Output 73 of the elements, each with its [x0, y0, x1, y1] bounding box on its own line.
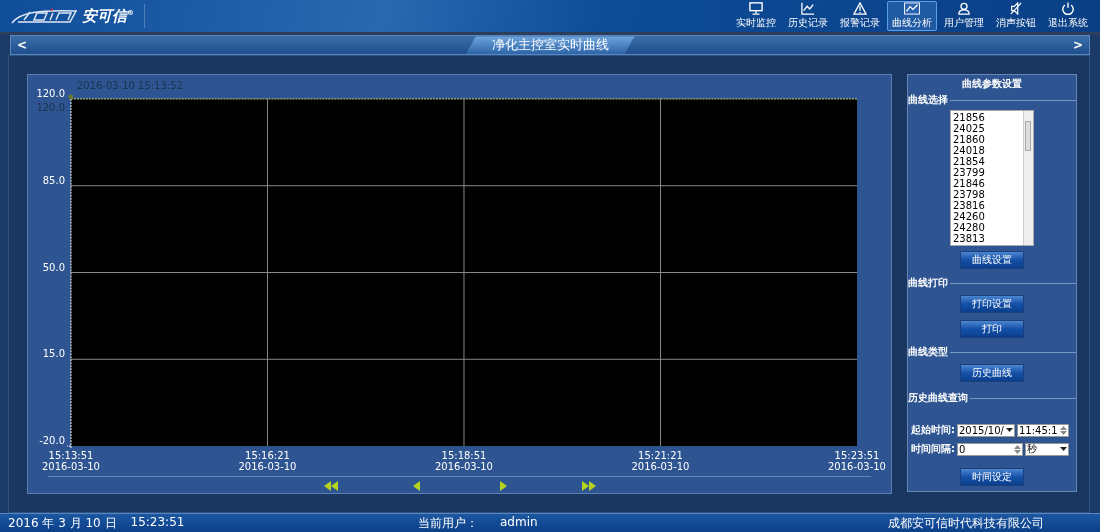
- rewind-arrow-icon: [323, 481, 338, 492]
- cursor-time: 2016-03-10 15:13:52: [76, 80, 183, 92]
- warning-icon: [852, 2, 868, 16]
- list-item[interactable]: 24260: [953, 211, 1021, 223]
- list-item[interactable]: 21856: [953, 112, 1021, 124]
- user-label: 当前用户：: [418, 514, 478, 532]
- monitor-icon: [748, 2, 764, 16]
- list-item[interactable]: 24025: [953, 123, 1021, 135]
- nav-button[interactable]: 用户管理: [939, 1, 989, 32]
- nav-button[interactable]: 报警记录: [835, 1, 885, 32]
- company-name: 成都安可信时代科技有限公司: [888, 514, 1045, 532]
- y-axis-label: 50.0: [42, 261, 65, 273]
- y-axis-label: 120.0: [36, 88, 65, 100]
- next-button[interactable]: >: [1066, 37, 1089, 54]
- list-item[interactable]: 23816: [953, 200, 1021, 212]
- brand-name: 安可信$^{®}$: [82, 6, 134, 26]
- status-date: 2016 年 3 月 10 日: [8, 514, 117, 532]
- time-field[interactable]: 11:45:1: [1017, 423, 1069, 437]
- dropdown-arrow-icon: [1060, 446, 1067, 452]
- section-heading: 历史曲线查询: [908, 391, 1076, 406]
- nav-button[interactable]: 曲线分析: [887, 1, 937, 32]
- chart-icon: [903, 2, 921, 16]
- unit-dropdown[interactable]: 秒: [1025, 442, 1069, 456]
- y-axis-label: 85.0: [42, 175, 65, 187]
- spinner-icon: [1014, 444, 1021, 454]
- fast-forward-arrow-icon: [581, 481, 596, 492]
- nav-button[interactable]: 退出系统: [1043, 1, 1093, 32]
- panel-title: 曲线参数设置: [961, 77, 1023, 92]
- y-axis-label: 15.0: [42, 348, 65, 360]
- power-icon: [1060, 2, 1076, 16]
- y-axis-label: -20.0: [39, 435, 65, 447]
- status-time: 15:23:51: [130, 514, 185, 531]
- curve-list[interactable]: 21856 24025 21860 24018 21854 23799 21846 23798 23816 24260 24280 23813: [950, 110, 1034, 247]
- curve-settings-button[interactable]: 曲线设置: [960, 251, 1024, 270]
- x-axis-label: 15:16:21 2016-03-10: [238, 450, 297, 473]
- field-label: 起始时间:: [911, 423, 955, 438]
- spinner-icon: [1060, 425, 1067, 435]
- nav-button[interactable]: 实时监控: [731, 1, 781, 32]
- x-axis-label: 15:21:21 2016-03-10: [631, 450, 690, 473]
- previous-button[interactable]: <: [11, 37, 34, 54]
- print-button[interactable]: 打印设置: [960, 295, 1024, 314]
- set-time-button[interactable]: 时间设定: [960, 468, 1024, 487]
- x-axis-label: 15:18:51 2016-03-10: [435, 450, 493, 473]
- list-item[interactable]: 21860: [953, 134, 1021, 146]
- list-item[interactable]: 21846: [953, 178, 1021, 190]
- dropdown-arrow-icon: [1006, 427, 1013, 433]
- line-chart-icon: [800, 2, 816, 16]
- x-axis-label: 15:23:51 2016-03-10: [828, 450, 886, 473]
- section-heading: 曲线选择: [908, 93, 1076, 108]
- list-item[interactable]: 24280: [953, 222, 1021, 234]
- list-item[interactable]: 23813: [953, 233, 1021, 245]
- history-curve-button[interactable]: 历史曲线: [960, 364, 1024, 383]
- list-item[interactable]: 21854: [953, 156, 1021, 168]
- nav-button[interactable]: 历史记录: [783, 1, 833, 32]
- interval-field[interactable]: 0: [957, 442, 1023, 456]
- date-field[interactable]: 2015/10/: [957, 423, 1015, 437]
- print-button[interactable]: 打印: [960, 320, 1024, 339]
- cursor-marker: [68, 94, 74, 100]
- user-icon: [956, 2, 972, 16]
- list-item[interactable]: 23799: [953, 167, 1021, 179]
- mute-icon: [1008, 2, 1024, 16]
- x-axis-label: 15:13:51 2016-03-10: [42, 450, 100, 473]
- scrollbar[interactable]: [1023, 111, 1033, 246]
- list-item[interactable]: 24018: [953, 145, 1021, 157]
- list-item[interactable]: 23798: [953, 189, 1021, 201]
- user-name: admin: [500, 514, 538, 531]
- section-heading: 曲线类型: [908, 345, 1076, 360]
- nav-button[interactable]: 消声按钮: [991, 1, 1041, 32]
- cursor-value: 120.0: [36, 102, 65, 114]
- page-title: 净化主控室实时曲线: [465, 36, 635, 55]
- section-heading: 曲线打印: [908, 276, 1076, 291]
- field-label: 时间间隔:: [911, 442, 955, 457]
- logo-icon: [10, 8, 78, 25]
